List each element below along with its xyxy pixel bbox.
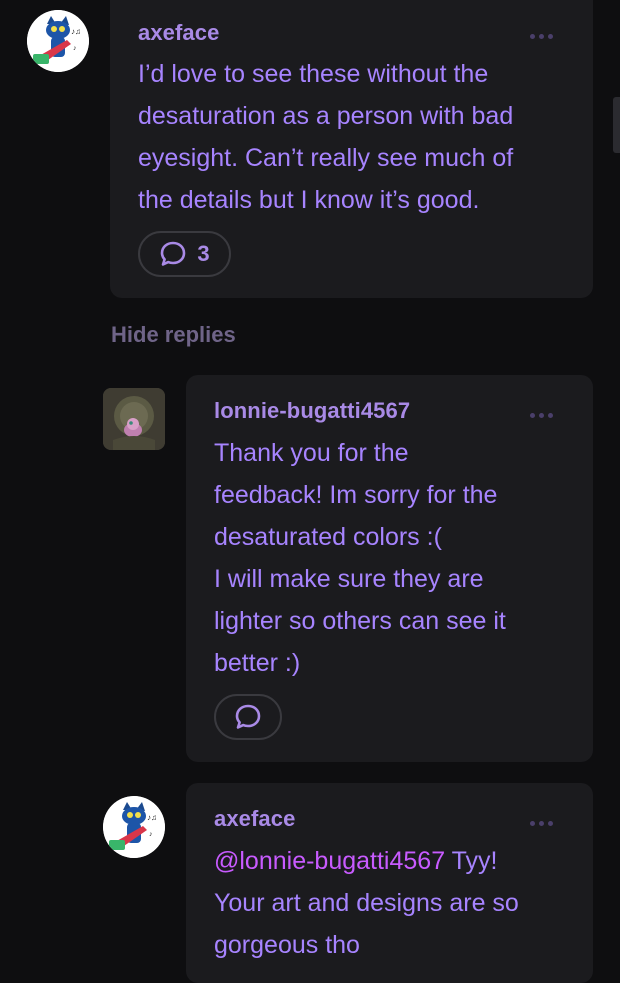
svg-text:♪: ♪	[73, 45, 77, 52]
reply-line: Thank you for the	[214, 439, 409, 467]
comment-line: eyesight. Can’t really see much of	[138, 144, 514, 172]
reply-line: I will make sure they are	[214, 565, 484, 593]
reply-body: Thank you for the feedback! Im sorry for…	[214, 432, 574, 684]
reply-button[interactable]: 3	[138, 231, 231, 277]
more-options-icon[interactable]	[530, 34, 553, 39]
user-mention-link[interactable]: @lonnie-bugatti4567	[214, 847, 445, 875]
reply-line: Your art and designs are so	[214, 889, 519, 917]
avatar[interactable]: ♪♫ ♪	[103, 796, 165, 858]
avatar-art-image	[103, 388, 165, 450]
reply-line: better :)	[214, 649, 301, 677]
comment-username[interactable]: axeface	[138, 20, 219, 46]
speech-bubble-icon	[235, 704, 261, 729]
reply-count: 3	[197, 241, 210, 266]
avatar-cat-guitar-image: ♪♫ ♪	[103, 796, 165, 858]
reply-line-text: Tyy!	[445, 847, 498, 875]
comment-line: the details but I know it’s good.	[138, 186, 480, 214]
reply-line: @lonnie-bugatti4567 Tyy!	[214, 840, 574, 882]
svg-text:♪♫: ♪♫	[71, 27, 81, 36]
reply-body: @lonnie-bugatti4567 Tyy! Your art and de…	[214, 840, 574, 966]
reply-line: lighter so others can see it	[214, 607, 506, 635]
reply-username[interactable]: axeface	[214, 806, 295, 832]
speech-bubble-icon	[161, 241, 186, 266]
comment-line: I’d love to see these without the	[138, 60, 489, 88]
comment-body: I’d love to see these without the desatu…	[138, 53, 578, 221]
reply-button[interactable]	[214, 694, 282, 740]
svg-text:♪♫: ♪♫	[147, 813, 157, 822]
scrollbar-thumb[interactable]	[613, 97, 620, 153]
more-options-icon[interactable]	[530, 413, 553, 418]
avatar[interactable]: ♪♫ ♪	[27, 10, 89, 72]
more-options-icon[interactable]	[530, 821, 553, 826]
reply-username[interactable]: lonnie-bugatti4567	[214, 398, 410, 424]
avatar[interactable]	[103, 388, 165, 450]
comment-line: desaturation as a person with bad	[138, 102, 514, 130]
hide-replies-button[interactable]: Hide replies	[111, 322, 236, 348]
svg-text:♪: ♪	[149, 831, 153, 838]
avatar-cat-guitar-image: ♪♫ ♪	[27, 10, 89, 72]
reply-line: desaturated colors :(	[214, 523, 442, 551]
reply-line: feedback! Im sorry for the	[214, 481, 498, 509]
